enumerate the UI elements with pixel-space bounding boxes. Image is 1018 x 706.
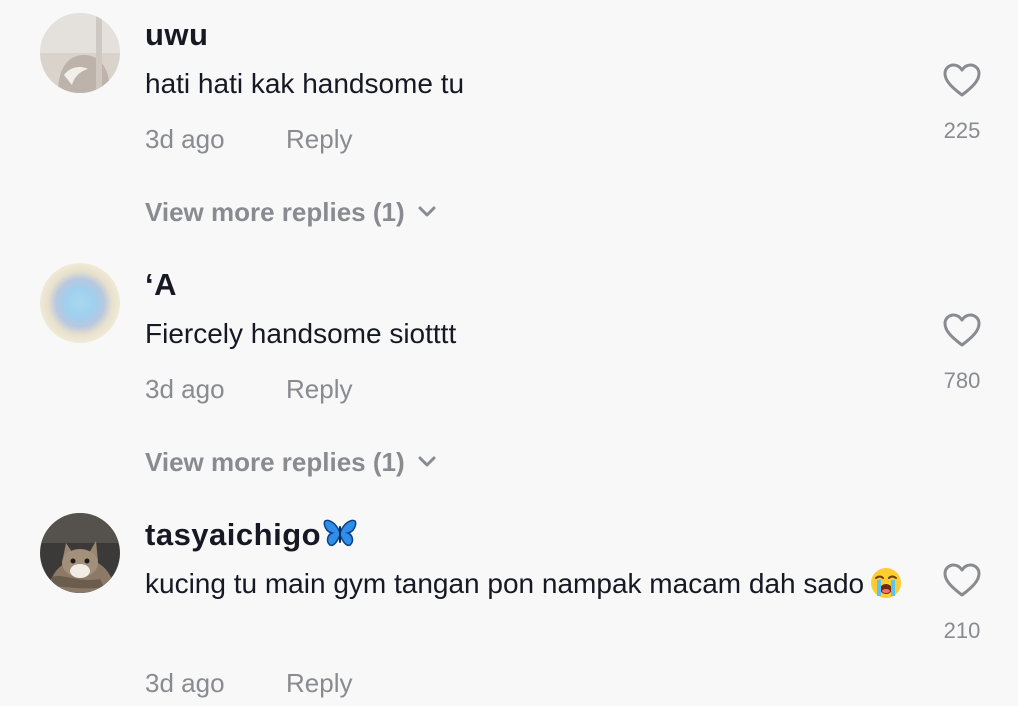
chevron-down-icon	[418, 456, 436, 467]
heart-outline-icon	[943, 63, 981, 97]
butterfly-emoji	[323, 519, 357, 546]
heart-outline-icon	[943, 563, 981, 597]
view-more-replies-button[interactable]: View more replies (1)	[145, 197, 437, 228]
like-button[interactable]: 225	[930, 62, 994, 144]
username-text: tasyaichigo	[145, 517, 322, 552]
reply-button[interactable]: Reply	[286, 374, 352, 405]
comment-timestamp: 3d ago	[145, 374, 225, 404]
reply-button[interactable]: Reply	[286, 124, 352, 155]
avatar[interactable]	[40, 13, 120, 93]
chevron-down-icon	[418, 206, 436, 217]
avatar[interactable]	[40, 263, 120, 343]
comment-text-content: kucing tu main gym tangan pon nampak mac…	[145, 568, 865, 599]
username[interactable]: tasyaichigo	[145, 517, 357, 553]
like-count: 780	[943, 368, 981, 393]
heart-outline-icon	[943, 313, 981, 347]
comment-timestamp: 3d ago	[145, 668, 225, 698]
view-more-replies-label: View more replies (1)	[145, 197, 405, 227]
like-button[interactable]: 780	[930, 312, 994, 394]
reply-button[interactable]: Reply	[286, 668, 352, 699]
comment-meta: 3d ago Reply	[145, 374, 352, 405]
avatar[interactable]	[40, 513, 120, 593]
comment-text: hati hati kak handsome tu	[145, 68, 465, 99]
like-count: 225	[943, 118, 981, 143]
username[interactable]: ‘A	[145, 267, 177, 303]
comment-timestamp: 3d ago	[145, 124, 225, 154]
view-more-replies-label: View more replies (1)	[145, 447, 405, 477]
like-count: 210	[943, 618, 981, 643]
view-more-replies-button[interactable]: View more replies (1)	[145, 447, 437, 478]
like-button[interactable]: 210	[930, 562, 994, 644]
comment-text: Fiercely handsome siotttt	[145, 318, 457, 349]
comment-meta: 3d ago Reply	[145, 668, 352, 699]
comment-text: kucing tu main gym tangan pon nampak mac…	[145, 562, 905, 606]
comment-meta: 3d ago Reply	[145, 124, 352, 155]
username[interactable]: uwu	[145, 17, 209, 53]
loudly-crying-face-emoji	[871, 567, 902, 598]
